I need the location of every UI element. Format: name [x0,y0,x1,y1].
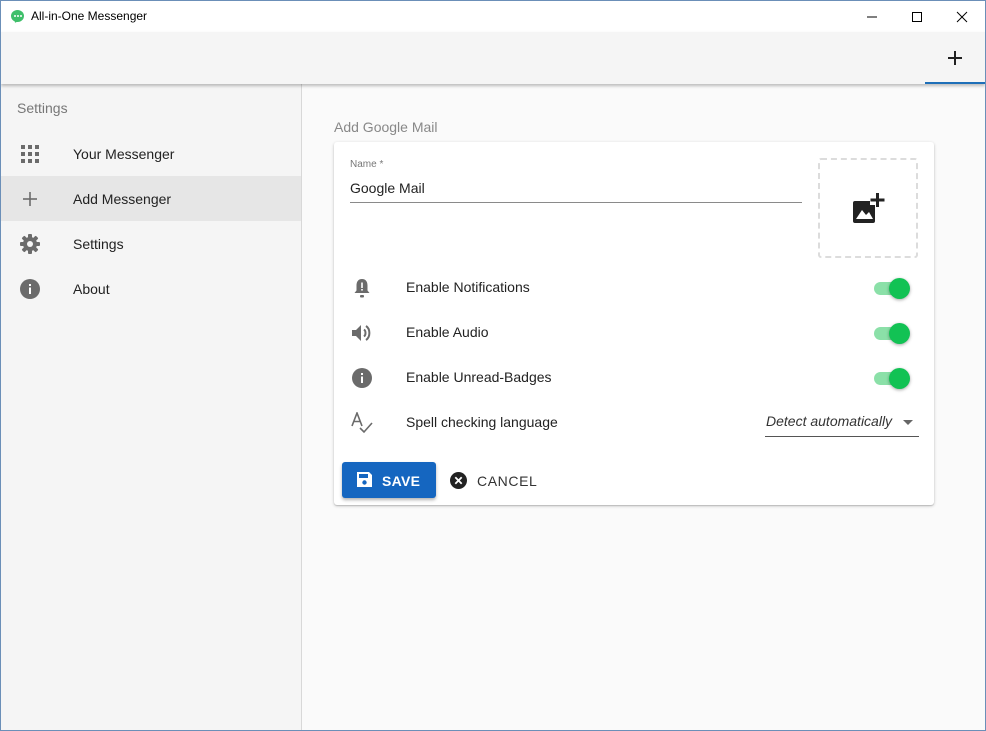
plus-icon [19,188,41,210]
image-picker[interactable] [818,158,918,258]
sidebar-item-add-messenger[interactable]: Add Messenger [1,176,301,221]
info-icon [19,278,41,300]
audio-row: Enable Audio [334,310,934,355]
spellcheck-language-select[interactable]: Detect automatically [765,407,919,437]
info-icon [350,366,374,390]
bell-alert-icon [350,276,374,300]
unread-badges-row: Enable Unread-Badges [334,355,934,400]
notifications-toggle[interactable] [872,278,910,299]
add-photo-icon [853,193,885,223]
maximize-icon [912,11,922,22]
gear-icon [19,233,41,255]
save-button-label: SAVE [382,473,421,489]
notifications-row: Enable Notifications [334,265,934,310]
sidebar-item-label: Settings [73,235,124,252]
spellcheck-label: Spell checking language [406,414,558,430]
close-button[interactable] [939,1,985,32]
spellcheck-row: Spell checking language Detect automatic… [334,400,934,445]
minimize-button[interactable] [849,1,895,32]
audio-toggle[interactable] [872,323,910,344]
plus-icon [948,51,962,65]
chevron-down-icon [903,420,913,425]
toggle-thumb [889,278,910,299]
save-button[interactable]: SAVE [342,462,436,498]
toggle-thumb [889,368,910,389]
close-icon [956,11,968,22]
add-messenger-form: Name * Google Mail Enable Notifications … [334,142,934,505]
sidebar-title: Settings [17,100,68,116]
unread-badges-toggle[interactable] [872,368,910,389]
cancel-button[interactable]: CANCEL [444,462,544,498]
sidebar-item-your-messenger[interactable]: Your Messenger [1,131,301,176]
main-content: Add Google Mail Name * Google Mail Enabl… [303,84,985,730]
sidebar: Settings Your Messenger Add Messenger Se… [1,84,302,730]
name-field-label: Name * [350,159,384,170]
cancel-button-label: CANCEL [477,473,538,489]
sidebar-item-label: About [73,280,110,297]
grid-icon [19,143,41,165]
app-window: All-in-One Messenger Settings Your Messe… [0,0,986,731]
maximize-button[interactable] [894,1,940,32]
select-value: Detect automatically [766,413,893,429]
title-bar[interactable]: All-in-One Messenger [1,1,985,32]
minimize-icon [867,16,877,17]
sidebar-item-label: Add Messenger [73,190,172,207]
save-icon [357,472,372,487]
add-tab-button[interactable] [925,32,985,84]
cancel-circle-icon [450,472,467,489]
spellcheck-icon [350,411,374,435]
sidebar-item-label: Your Messenger [73,145,175,162]
notifications-label: Enable Notifications [406,279,530,295]
sidebar-item-settings[interactable]: Settings [1,221,301,266]
name-field[interactable]: Google Mail [350,180,425,196]
sidebar-item-about[interactable]: About [1,266,301,311]
unread-badges-label: Enable Unread-Badges [406,369,552,385]
name-field-underline [350,202,802,203]
page-title: Add Google Mail [334,119,438,135]
top-toolbar [1,32,985,84]
messenger-app-icon [11,10,24,22]
volume-icon [350,321,374,345]
toggle-thumb [889,323,910,344]
window-title: All-in-One Messenger [31,9,148,23]
audio-label: Enable Audio [406,324,489,340]
